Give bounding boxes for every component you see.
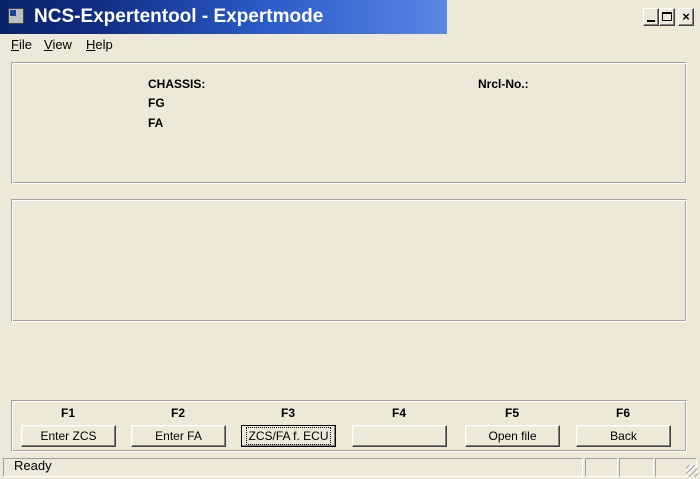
- status-bar: Ready: [0, 456, 700, 479]
- fg-label: FG: [148, 96, 165, 110]
- nrcl-number-label: Nrcl-No.:: [478, 77, 529, 91]
- enter-fa-caption: Enter FA: [155, 429, 202, 443]
- back-button[interactable]: Back: [576, 425, 671, 447]
- enter-fa-button[interactable]: Enter FA: [131, 425, 226, 447]
- main-window: NCS-Expertentool - Expertmode × File Vie…: [0, 0, 700, 479]
- menu-file-accel: F: [11, 37, 19, 52]
- minimize-icon: [647, 20, 655, 22]
- close-button[interactable]: ×: [678, 8, 694, 26]
- fkey-label-f5: F5: [504, 406, 519, 420]
- menu-help[interactable]: Help: [86, 37, 113, 52]
- menu-file[interactable]: File: [11, 37, 32, 52]
- maximize-button[interactable]: [659, 8, 675, 26]
- status-text: Ready: [14, 458, 52, 473]
- zcs-fa-from-ecu-caption: ZCS/FA f. ECU: [246, 427, 331, 445]
- menu-help-accel: H: [86, 37, 96, 52]
- open-file-button[interactable]: Open file: [465, 425, 560, 447]
- menu-view[interactable]: View: [44, 37, 72, 52]
- fkey-label-f6: F6: [615, 406, 630, 420]
- f4-button[interactable]: [352, 425, 447, 447]
- resize-grip-icon[interactable]: [686, 465, 698, 477]
- status-pane-1: [585, 458, 618, 477]
- menu-help-rest: elp: [95, 37, 113, 52]
- vehicle-info-panel: [11, 62, 687, 184]
- fkey-label-f3: F3: [280, 406, 295, 420]
- open-file-caption: Open file: [488, 429, 537, 443]
- fkey-label-f4: F4: [391, 406, 406, 420]
- title-bar[interactable]: NCS-Expertentool - Expertmode ×: [0, 0, 700, 34]
- window-title: NCS-Expertentool - Expertmode: [34, 6, 324, 27]
- enter-zcs-caption: Enter ZCS: [40, 429, 97, 443]
- enter-zcs-button[interactable]: Enter ZCS: [21, 425, 116, 447]
- status-pane-main: [3, 458, 583, 477]
- back-caption: Back: [610, 429, 637, 443]
- zcs-fa-from-ecu-button[interactable]: ZCS/FA f. ECU: [241, 425, 336, 447]
- close-icon: ×: [682, 9, 690, 24]
- menu-file-rest: ile: [18, 37, 32, 52]
- chassis-label: CHASSIS:: [148, 77, 206, 91]
- minimize-button[interactable]: [643, 8, 659, 26]
- fa-label: FA: [148, 116, 164, 130]
- menu-view-rest: iew: [52, 37, 72, 52]
- menu-bar: File View Help: [0, 34, 700, 54]
- status-pane-2: [619, 458, 654, 477]
- app-icon[interactable]: [8, 8, 24, 24]
- fkey-label-f2: F2: [170, 406, 185, 420]
- fkey-label-f1: F1: [60, 406, 75, 420]
- output-panel: [11, 199, 687, 322]
- maximize-icon: [662, 12, 672, 21]
